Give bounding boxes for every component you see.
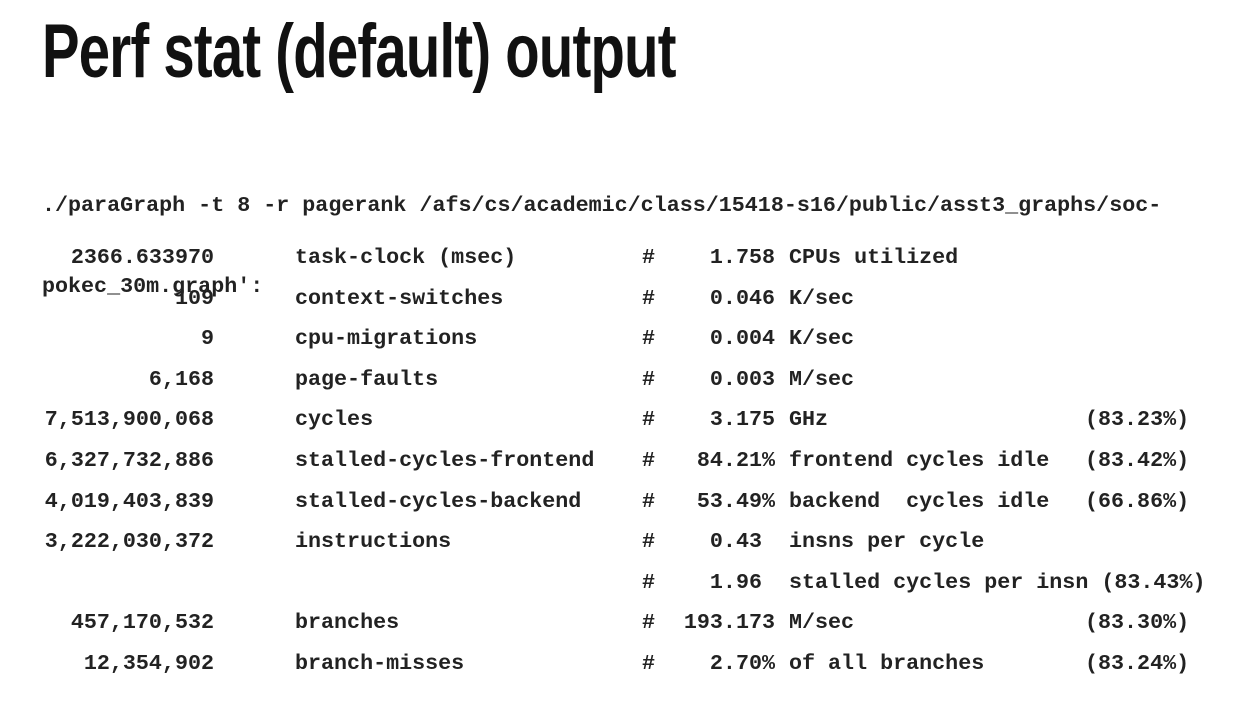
table-row: 6,327,732,886 stalled-cycles-frontend #84.…: [0, 448, 1247, 478]
table-row: 457,170,532 branches #193.173 M/sec (83.30%): [0, 610, 1247, 640]
hash-marker: #: [642, 610, 656, 636]
event-name: branch-misses: [295, 651, 465, 676]
table-row: 2366.633970 task-clock (msec) #1.758 CPUs u…: [0, 245, 1247, 275]
metric-description: frontend cycles idle: [789, 448, 1050, 473]
hash-marker: #: [642, 529, 656, 555]
table-row: 12,354,902 branch-misses #2.70% of all bran…: [0, 651, 1247, 681]
metric-description: K/sec: [789, 326, 855, 352]
table-row: 3,222,030,372 instructions #0.43 insns per…: [0, 529, 1247, 559]
metric-description: M/sec: [789, 610, 855, 636]
hash-marker: #: [642, 366, 656, 392]
event-count: 457,170,532: [70, 610, 214, 636]
hash-marker: #: [642, 651, 656, 676]
event-count: 2366.633970: [70, 245, 214, 270]
event-name: cpu-migrations: [295, 326, 478, 352]
event-count: 9: [200, 326, 214, 352]
metric-value: 53.49%: [696, 488, 775, 514]
event-name: stalled-cycles-backend: [295, 488, 582, 514]
table-row: 4,019,403,839 stalled-cycles-backend #53.4…: [0, 489, 1247, 519]
scaling-percentage: (83.30%): [1085, 610, 1190, 636]
metric-description: K/sec: [789, 285, 855, 311]
table-row: 7,513,900,068 cycles #3.175 GHz (83.23%): [0, 407, 1247, 437]
metric-description: stalled cycles per insn (83.43%): [789, 569, 1206, 595]
table-row: #1.96 stalled cycles per insn (83.43%): [0, 570, 1247, 600]
metric-value: 3.175: [709, 407, 775, 433]
event-count: 7,513,900,068: [44, 407, 214, 433]
metric-value: 0.004: [709, 326, 775, 352]
metric-description: CPUs utilized: [789, 245, 959, 270]
hash-marker: #: [642, 488, 656, 514]
command-line-1: ./paraGraph -t 8 -r pagerank /afs/cs/aca…: [42, 193, 1162, 218]
event-count: 6,327,732,886: [44, 448, 214, 473]
scaling-percentage: (83.42%): [1085, 448, 1190, 473]
metric-value: 193.173: [683, 610, 775, 636]
metric-value: 1.758: [709, 245, 775, 270]
table-row: 9 cpu-migrations #0.004 K/sec: [0, 326, 1247, 356]
event-name: instructions: [295, 529, 452, 555]
event-name: cycles: [295, 407, 374, 433]
event-name: branches: [295, 610, 400, 636]
event-count: 6,168: [148, 366, 214, 392]
hash-marker: #: [642, 448, 656, 473]
event-count: 12,354,902: [83, 651, 214, 676]
hash-marker: #: [642, 326, 656, 352]
table-row: 109 context-switches #0.046 K/sec: [0, 286, 1247, 316]
metric-value: 0.003: [709, 366, 775, 392]
event-name: context-switches: [295, 285, 504, 311]
metric-description: backend cycles idle: [789, 488, 1050, 514]
metric-description: M/sec: [789, 366, 855, 392]
hash-marker: #: [642, 407, 656, 433]
metric-value: 0.43: [709, 529, 775, 555]
scaling-percentage: (66.86%): [1085, 488, 1190, 514]
metric-value: 1.96: [709, 569, 775, 595]
slide-title: Perf stat (default) output: [42, 9, 676, 94]
hash-marker: #: [642, 245, 656, 270]
event-count: 4,019,403,839: [44, 488, 214, 514]
event-name: stalled-cycles-frontend: [295, 448, 595, 473]
hash-marker: #: [642, 285, 656, 311]
metric-description: insns per cycle: [789, 529, 985, 555]
metric-description: of all branches: [789, 651, 985, 676]
scaling-percentage: (83.23%): [1085, 407, 1190, 433]
metric-description: GHz: [789, 407, 829, 433]
scaling-percentage: (83.24%): [1085, 651, 1190, 676]
metric-value: 2.70%: [709, 651, 775, 676]
event-name: task-clock (msec): [295, 245, 517, 270]
hash-marker: #: [642, 569, 656, 595]
table-row: 6,168 page-faults #0.003 M/sec: [0, 367, 1247, 397]
event-count: 109: [174, 285, 214, 311]
metric-value: 0.046: [709, 285, 775, 311]
event-count: 3,222,030,372: [44, 529, 214, 555]
metric-value: 84.21%: [696, 448, 775, 473]
event-name: page-faults: [295, 366, 439, 392]
